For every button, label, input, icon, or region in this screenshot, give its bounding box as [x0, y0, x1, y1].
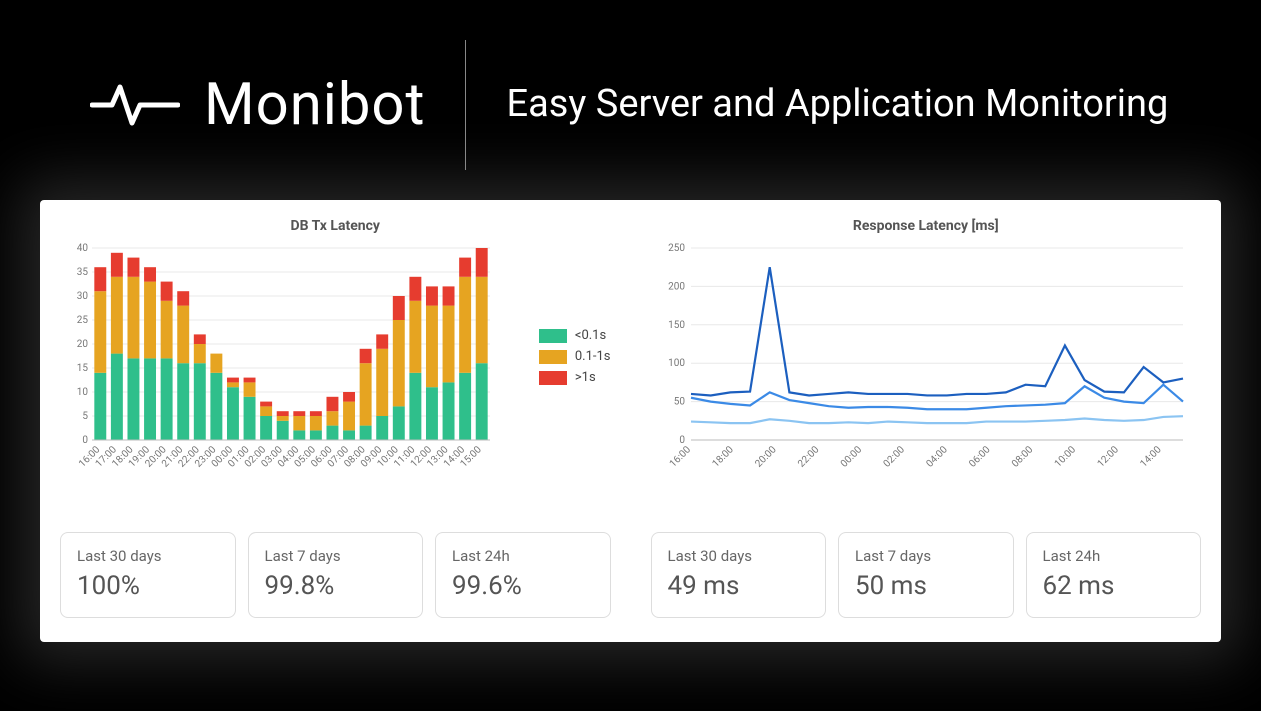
stat-card: Last 30 days 100% [60, 532, 236, 618]
legend-item: <0.1s [539, 328, 611, 343]
svg-text:08:00: 08:00 [1009, 444, 1035, 470]
stat-value: 99.8% [265, 571, 407, 601]
svg-text:200: 200 [668, 281, 685, 292]
legend-label: <0.1s [575, 328, 606, 343]
stat-label: Last 7 days [265, 547, 407, 565]
line-chart-container: Response Latency [ms] 05010015020025016:… [651, 218, 1202, 498]
svg-text:50: 50 [673, 397, 685, 408]
stat-label: Last 30 days [77, 547, 219, 565]
stat-value: 49 ms [668, 571, 810, 601]
stat-value: 99.6% [452, 571, 594, 601]
bar-chart-body: 051015202530354016:0017:0018:0019:0020:0… [60, 242, 611, 482]
svg-text:14:00: 14:00 [1138, 444, 1164, 470]
svg-text:35: 35 [77, 267, 89, 278]
svg-text:250: 250 [668, 243, 685, 254]
svg-text:10: 10 [77, 387, 89, 398]
svg-text:25: 25 [77, 315, 89, 326]
stat-card: Last 7 days 50 ms [838, 532, 1014, 618]
header: Monibot Easy Server and Application Moni… [0, 0, 1261, 200]
bar-chart-container: DB Tx Latency 051015202530354016:0017:00… [60, 218, 611, 498]
svg-text:12:00: 12:00 [1095, 444, 1121, 470]
svg-text:06:00: 06:00 [967, 444, 993, 470]
svg-text:22:00: 22:00 [796, 444, 822, 470]
legend-item: 0.1-1s [539, 349, 611, 364]
svg-text:02:00: 02:00 [881, 444, 907, 470]
svg-text:20:00: 20:00 [753, 444, 779, 470]
left-cards: Last 30 days 100% Last 7 days 99.8% Last… [60, 532, 611, 618]
stat-value: 100% [77, 571, 219, 601]
right-cards: Last 30 days 49 ms Last 7 days 50 ms Las… [651, 532, 1202, 618]
legend-label: 0.1-1s [575, 349, 611, 364]
dashboard-panel: DB Tx Latency 051015202530354016:0017:00… [40, 200, 1221, 642]
svg-text:0: 0 [82, 435, 88, 446]
header-divider [465, 40, 466, 170]
logo-section: Monibot [90, 71, 425, 139]
svg-text:30: 30 [77, 291, 89, 302]
left-column: DB Tx Latency 051015202530354016:0017:00… [60, 218, 611, 618]
legend-item: >1s [539, 370, 611, 385]
svg-text:16:00: 16:00 [667, 444, 693, 470]
stat-card: Last 7 days 99.8% [248, 532, 424, 618]
bar-chart: 051015202530354016:0017:0018:0019:0020:0… [60, 242, 500, 482]
stat-card: Last 30 days 49 ms [651, 532, 827, 618]
svg-text:18:00: 18:00 [710, 444, 736, 470]
svg-text:100: 100 [668, 358, 685, 369]
legend-swatch [539, 350, 567, 364]
line-chart-title: Response Latency [ms] [651, 218, 1202, 234]
svg-text:04:00: 04:00 [924, 444, 950, 470]
svg-text:5: 5 [82, 411, 88, 422]
stat-label: Last 24h [452, 547, 594, 565]
legend-swatch [539, 371, 567, 385]
stat-label: Last 7 days [855, 547, 997, 565]
svg-text:15: 15 [77, 363, 89, 374]
tagline: Easy Server and Application Monitoring [506, 79, 1168, 130]
bar-chart-title: DB Tx Latency [60, 218, 611, 234]
stat-value: 50 ms [855, 571, 997, 601]
bar-chart-legend: <0.1s 0.1-1s >1s [539, 322, 611, 391]
brand-name: Monibot [204, 71, 425, 139]
pulse-icon [90, 75, 180, 135]
stat-card: Last 24h 62 ms [1026, 532, 1202, 618]
legend-label: >1s [575, 370, 596, 385]
stat-value: 62 ms [1043, 571, 1185, 601]
stat-label: Last 24h [1043, 547, 1185, 565]
stat-label: Last 30 days [668, 547, 810, 565]
stat-card: Last 24h 99.6% [435, 532, 611, 618]
svg-text:10:00: 10:00 [1052, 444, 1078, 470]
svg-text:00:00: 00:00 [838, 444, 864, 470]
svg-text:150: 150 [668, 320, 685, 331]
line-chart: 05010015020025016:0018:0020:0022:0000:00… [651, 242, 1191, 482]
line-chart-body: 05010015020025016:0018:0020:0022:0000:00… [651, 242, 1202, 482]
svg-text:40: 40 [77, 243, 89, 254]
legend-swatch [539, 329, 567, 343]
svg-text:20: 20 [77, 339, 89, 350]
right-column: Response Latency [ms] 05010015020025016:… [651, 218, 1202, 618]
